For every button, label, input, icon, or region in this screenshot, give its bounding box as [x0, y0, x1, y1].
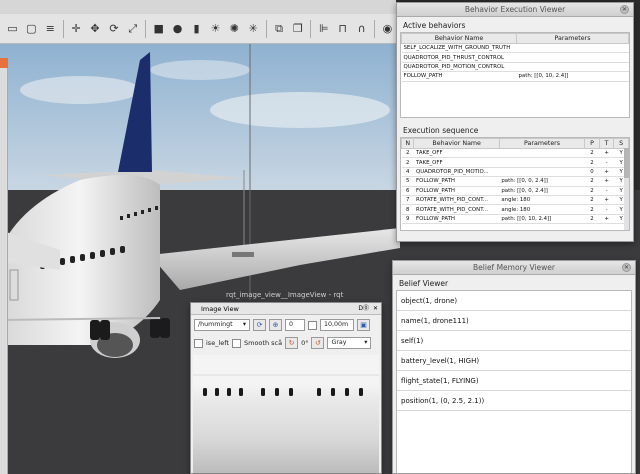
active-behaviors-table[interactable]: Behavior Name Parameters SELF_LOCALIZE_W… — [400, 32, 630, 118]
belief-viewer-label: Belief Viewer — [399, 279, 449, 288]
col-t[interactable]: T — [598, 138, 615, 149]
cylinder-icon[interactable]: ▮ — [188, 20, 205, 38]
table-row[interactable]: FOLLOW_PATH path: [[0, 10, 2.4]] — [401, 71, 629, 82]
table-row[interactable]: 4 QUADROTOR_PID_MOTIO... 0 + Y — [401, 167, 629, 178]
distance-spinbox[interactable]: 10,00m — [320, 319, 354, 331]
camera-image[interactable] — [193, 355, 379, 473]
list-item[interactable]: name(1, drone111) — [397, 311, 631, 331]
refresh-icon[interactable]: ⟳ — [253, 319, 266, 331]
list-item[interactable]: battery_level(1, HIGH) — [397, 351, 631, 371]
dock-controls[interactable]: D⓪ — [358, 303, 369, 315]
magnet-icon[interactable]: ∩ — [353, 20, 370, 38]
list-item[interactable]: self(1) — [397, 331, 631, 351]
table-row[interactable]: 9 FOLLOW_PATH path: [[0, 10, 2.4]] 2 + Y — [401, 214, 629, 225]
belief-list[interactable]: object(1, drone) name(1, drone111) self(… — [396, 290, 632, 473]
rotate-cw-icon[interactable]: ↺ — [311, 337, 325, 349]
gazebo-toolbar: ▭ ▢ ≡ ✛ ✥ ⟳ ⤢ ■ ● ▮ ☀ ✺ ✳ ⧉ ❐ ⊫ ⊓ ∩ ◉ — [0, 14, 396, 44]
color-mode-select[interactable]: Gray ▾ — [327, 337, 372, 349]
image-toolbar-row-2: ise_left Smooth scå ↻ 0° ↺ Gray ▾ — [191, 335, 381, 351]
col-behavior-name[interactable]: Behavior Name — [401, 33, 517, 44]
topic-select[interactable]: /hummingt ▾ — [194, 319, 250, 331]
close-icon[interactable]: ✕ — [620, 5, 629, 14]
belief-window-titlebar[interactable]: Belief Memory Viewer ✕ — [393, 261, 635, 275]
zoom-icon[interactable]: ⊕ — [269, 319, 282, 331]
close-icon[interactable]: ✕ — [373, 303, 378, 315]
col-behavior-name[interactable]: Behavior Name — [413, 138, 500, 149]
table-row[interactable]: QUADROTOR_PID_MOTION_CONTROL — [401, 62, 629, 73]
snap-icon[interactable]: ⊓ — [334, 20, 351, 38]
behavior-execution-window: Behavior Execution Viewer ✕ Active behav… — [396, 2, 634, 242]
checkbox[interactable] — [308, 320, 317, 330]
table-row[interactable]: 2 TAKE_OFF 2- Y — [401, 157, 629, 168]
image-window-title-text: rqt_image_view__ImageView - rqt — [226, 291, 344, 299]
execution-sequence-table[interactable]: N Behavior Name Parameters P T S 2 TAKE_O… — [400, 137, 630, 231]
col-parameters[interactable]: Parameters — [498, 138, 586, 149]
smooth-label: Smooth scå — [243, 339, 283, 347]
save-icon[interactable]: ▣ — [357, 319, 370, 331]
spot-light-icon[interactable]: ✳ — [245, 20, 262, 38]
camera-image-graphic — [193, 374, 379, 396]
table-row[interactable]: SELF_LOCALIZE_WITH_GROUND_TRUTH — [401, 43, 629, 54]
align-icon[interactable]: ⊫ — [315, 20, 332, 38]
window-icon[interactable]: ▭ — [4, 20, 21, 38]
smooth-checkbox[interactable] — [231, 338, 241, 348]
col-parameters[interactable]: Parameters — [516, 33, 629, 44]
panel-tab[interactable] — [0, 58, 8, 68]
chevron-down-icon: ▾ — [364, 339, 368, 346]
paste-icon[interactable]: ❐ — [290, 20, 307, 38]
scale-icon[interactable]: ⤢ — [124, 20, 141, 38]
close-icon[interactable]: ✕ — [622, 263, 631, 272]
table-row[interactable]: 7 ROTATE_WITH_PID_CONT... angle: 180 2 + Y — [401, 195, 629, 206]
col-n[interactable]: N — [400, 138, 415, 149]
rotation-value: 0° — [301, 339, 309, 347]
lines-icon[interactable]: ≡ — [42, 20, 59, 38]
table-row[interactable]: 6 FOLLOW_PATH path: [[0, 0, 2.4]] 2- Y — [401, 186, 629, 196]
list-item[interactable]: position(1, (0, 2.5, 2.1)) — [397, 391, 631, 411]
move-icon[interactable]: ✥ — [87, 20, 104, 38]
table-row[interactable]: 2 TAKE_OFF 2 + Y — [401, 148, 629, 159]
table-row[interactable]: 8 ROTATE_WITH_PID_CONT... angle: 180 2- Y — [401, 204, 629, 215]
image-toolbar-row-1: /hummingt ▾ ⟳ ⊕ 0 10,00m ▣ — [191, 317, 381, 333]
list-item[interactable]: object(1, drone) — [397, 291, 631, 311]
arrow-icon[interactable]: ✛ — [68, 20, 85, 38]
copy-icon[interactable]: ⧉ — [271, 20, 288, 38]
checkbox[interactable] — [194, 338, 203, 348]
behavior-window-titlebar[interactable]: Behavior Execution Viewer ✕ — [397, 3, 633, 17]
box-icon[interactable]: ▢ — [23, 20, 40, 38]
table-row[interactable]: QUADROTOR_PID_THRUST_CONTROL — [401, 52, 629, 63]
point-light-icon[interactable]: ✺ — [226, 20, 243, 38]
col-s[interactable]: S — [613, 138, 629, 149]
screen: ▭ ▢ ≡ ✛ ✥ ⟳ ⤢ ■ ● ▮ ☀ ✺ ✳ ⧉ ❐ ⊫ ⊓ ∩ ◉ Be… — [0, 0, 640, 474]
behavior-window-title: Behavior Execution Viewer — [464, 5, 566, 14]
sun-icon[interactable]: ☀ — [207, 20, 224, 38]
sphere-icon[interactable]: ● — [169, 20, 186, 38]
left-side-panel — [0, 58, 8, 474]
checkbox-label: ise_left — [206, 339, 229, 347]
number-spinbox[interactable]: 0 — [285, 319, 305, 331]
chevron-down-icon: ▾ — [242, 321, 246, 328]
box2-icon[interactable]: ■ — [150, 20, 167, 38]
belief-memory-window: Belief Memory Viewer ✕ Belief Viewer obj… — [392, 260, 636, 474]
screenshot-icon[interactable]: ◉ — [379, 20, 396, 38]
image-view-header: Image View — [201, 305, 239, 313]
col-p[interactable]: P — [584, 138, 600, 149]
belief-window-title: Belief Memory Viewer — [473, 263, 555, 272]
image-view-window: Image View D⓪ ✕ /hummingt ▾ ⟳ ⊕ 0 10,00m … — [190, 302, 382, 474]
execution-sequence-label: Execution sequence — [403, 126, 479, 135]
rotate-icon[interactable]: ↻ — [285, 337, 299, 349]
scrollbar[interactable] — [624, 148, 629, 230]
list-item[interactable]: flight_state(1, FLYING) — [397, 371, 631, 391]
active-behaviors-label: Active behaviors — [403, 21, 466, 30]
rotate-icon[interactable]: ⟳ — [105, 20, 122, 38]
table-row[interactable]: 5 FOLLOW_PATH path: [[0, 0, 2.4]] 2 + Y — [401, 176, 629, 187]
window-top-strip — [0, 0, 396, 14]
